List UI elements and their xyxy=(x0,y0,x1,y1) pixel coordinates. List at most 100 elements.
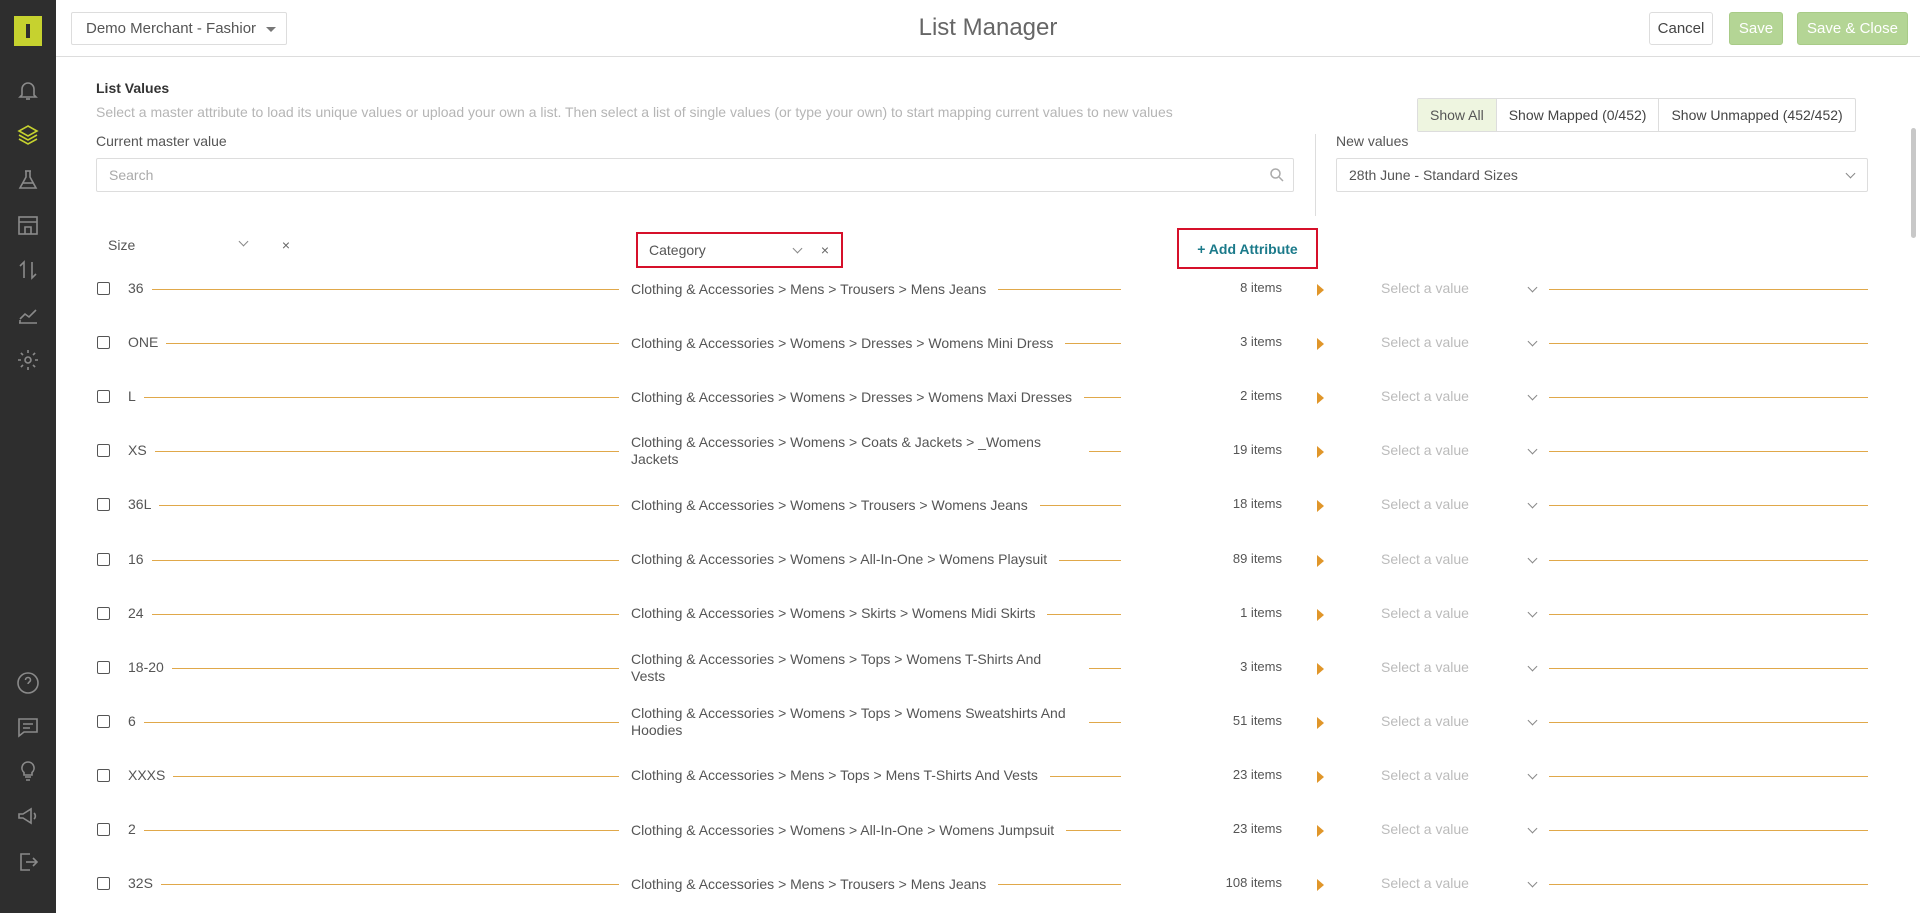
mapping-filter-group: Show All Show Mapped (0/452) Show Unmapp… xyxy=(1417,98,1856,132)
save-close-button[interactable]: Save & Close xyxy=(1797,12,1908,45)
category-value: Clothing & Accessories > Womens > All-In… xyxy=(619,803,1089,857)
table-row: 2 Clothing & Accessories > Womens > All-I… xyxy=(56,803,1920,857)
item-count: 1 items xyxy=(1240,604,1282,620)
category-text: Clothing & Accessories > Mens > Trousers… xyxy=(619,875,999,893)
new-value-select[interactable]: Select a value xyxy=(1381,713,1469,729)
chevron-down-icon[interactable] xyxy=(1527,661,1538,672)
gear-icon[interactable] xyxy=(14,346,42,374)
category-text: Clothing & Accessories > Womens > Tops >… xyxy=(619,704,1089,739)
mapping-line xyxy=(136,505,656,507)
new-value-select[interactable]: Select a value xyxy=(1381,875,1469,891)
item-count: 3 items xyxy=(1240,334,1282,350)
master-value: 2 xyxy=(128,821,144,837)
merchant-dropdown[interactable]: Demo Merchant - Fashior xyxy=(71,12,287,45)
category-value: Clothing & Accessories > Mens > Trousers… xyxy=(619,857,1089,911)
flask-icon[interactable] xyxy=(14,166,42,194)
chevron-down-icon[interactable] xyxy=(1527,553,1538,563)
chevron-down-icon[interactable] xyxy=(1527,390,1538,401)
new-value-select[interactable]: Select a value xyxy=(1381,280,1469,296)
mapping-line xyxy=(1549,343,1868,345)
save-button[interactable]: Save xyxy=(1729,12,1783,45)
table-row: ONE Clothing & Accessories > Womens > Dre… xyxy=(56,316,1920,370)
new-values-select[interactable]: 28th June - Standard Sizes xyxy=(1336,158,1868,192)
category-text: Clothing & Accessories > Womens > All-In… xyxy=(619,551,1060,568)
remove-category-attribute-icon[interactable]: × xyxy=(818,243,832,257)
row-checkbox[interactable] xyxy=(97,768,110,782)
new-value-select[interactable]: Select a value xyxy=(1381,442,1469,458)
category-text: Clothing & Accessories > Mens > Tops > M… xyxy=(619,767,1050,785)
filter-show-all[interactable]: Show All xyxy=(1418,99,1496,131)
row-checkbox[interactable] xyxy=(97,336,110,350)
master-value: 32S xyxy=(128,875,161,892)
bell-icon[interactable] xyxy=(14,76,42,104)
master-value: 24 xyxy=(128,604,152,621)
new-value-select[interactable]: Select a value xyxy=(1381,496,1469,512)
table-row: 16 Clothing & Accessories > Womens > All-… xyxy=(56,533,1920,587)
store-icon[interactable] xyxy=(14,211,42,239)
row-checkbox[interactable] xyxy=(97,444,110,458)
row-checkbox[interactable] xyxy=(97,660,110,674)
master-value: 36L xyxy=(128,496,160,513)
scrollbar-thumb[interactable] xyxy=(1911,128,1916,238)
merchant-name: Demo Merchant - Fashior xyxy=(86,20,257,37)
size-attribute-label: Size xyxy=(108,237,136,253)
layers-icon[interactable] xyxy=(14,121,42,149)
table-row: 36 Clothing & Accessories > Mens > Trouse… xyxy=(56,262,1920,316)
arrow-right-icon xyxy=(1317,392,1324,405)
filter-show-unmapped[interactable]: Show Unmapped (452/452) xyxy=(1658,99,1854,131)
section-title: List Values xyxy=(96,80,170,96)
category-value: Clothing & Accessories > Womens > Dresse… xyxy=(619,370,1089,424)
row-checkbox[interactable] xyxy=(97,714,110,728)
search-icon[interactable] xyxy=(1268,166,1286,184)
chevron-down-icon[interactable] xyxy=(1527,877,1538,888)
arrow-right-icon xyxy=(1317,770,1324,783)
app-logo[interactable] xyxy=(14,16,42,46)
chevron-down-icon[interactable] xyxy=(1527,715,1538,726)
new-value-select[interactable]: Select a value xyxy=(1381,388,1469,404)
row-checkbox[interactable] xyxy=(97,823,110,836)
table-row: L Clothing & Accessories > Womens > Dress… xyxy=(56,370,1920,424)
row-checkbox[interactable] xyxy=(97,282,110,295)
new-value-select[interactable]: Select a value xyxy=(1381,659,1469,675)
chevron-down-icon[interactable] xyxy=(1527,823,1538,834)
chevron-down-icon[interactable] xyxy=(1527,282,1538,293)
new-value-select[interactable]: Select a value xyxy=(1381,605,1469,621)
item-count: 108 items xyxy=(1225,875,1282,891)
new-value-select[interactable]: Select a value xyxy=(1381,821,1469,837)
mapping-line xyxy=(1549,505,1868,507)
chevron-down-icon[interactable] xyxy=(1527,444,1538,455)
new-value-select[interactable]: Select a value xyxy=(1381,551,1469,567)
megaphone-icon[interactable] xyxy=(14,802,42,830)
row-checkbox[interactable] xyxy=(97,606,110,620)
row-checkbox[interactable] xyxy=(97,877,110,891)
chevron-down-icon[interactable] xyxy=(1527,498,1538,509)
table-row: XXXS Clothing & Accessories > Mens > Tops… xyxy=(56,749,1920,803)
new-value-select[interactable]: Select a value xyxy=(1381,334,1469,350)
new-value-select[interactable]: Select a value xyxy=(1381,767,1469,783)
arrow-right-icon xyxy=(1317,500,1324,513)
master-value: L xyxy=(128,388,144,405)
arrow-right-icon xyxy=(1317,662,1324,675)
help-icon[interactable] xyxy=(14,669,42,697)
mapping-line xyxy=(1549,667,1868,669)
cancel-button[interactable]: Cancel xyxy=(1649,12,1713,45)
row-checkbox[interactable] xyxy=(97,390,110,404)
chart-icon[interactable] xyxy=(14,301,42,329)
row-checkbox[interactable] xyxy=(97,498,110,512)
mapping-line xyxy=(136,397,656,399)
chevron-down-icon[interactable] xyxy=(1527,607,1538,618)
search-input[interactable] xyxy=(96,158,1294,192)
lightbulb-icon[interactable] xyxy=(14,757,42,785)
chevron-down-icon[interactable] xyxy=(1527,336,1538,347)
chat-icon[interactable] xyxy=(14,713,42,741)
size-attribute-select[interactable]: Size xyxy=(96,232,256,258)
category-value: Clothing & Accessories > Mens > Tops > M… xyxy=(619,749,1089,803)
row-checkbox[interactable] xyxy=(97,552,110,566)
remove-size-attribute-icon[interactable]: × xyxy=(279,238,293,252)
transfer-icon[interactable] xyxy=(14,256,42,284)
chevron-down-icon[interactable] xyxy=(1527,769,1538,780)
filter-show-mapped[interactable]: Show Mapped (0/452) xyxy=(1495,99,1659,131)
logout-icon[interactable] xyxy=(14,848,42,876)
item-count: 51 items xyxy=(1232,712,1282,728)
main-content: List Values Select a master attribute to… xyxy=(56,58,1920,913)
